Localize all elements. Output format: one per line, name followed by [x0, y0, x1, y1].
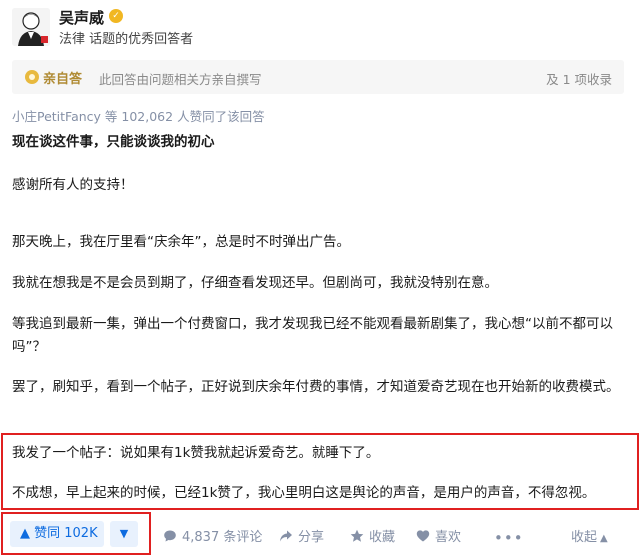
- more-icon: •••: [494, 529, 524, 547]
- paragraph: 那天晚上，我在厅里看“庆余年”，总是时不时弹出广告。: [12, 234, 350, 250]
- author-description: 法律 话题的优秀回答者: [59, 32, 194, 47]
- paragraph: 不成想，早上起来的时候，已经1k赞了，我心里明白这是舆论的声音，是用户的声音，不…: [12, 485, 596, 501]
- collapse-button[interactable]: 收起 ▲: [571, 529, 608, 548]
- self-answer-notice: 亲自答 此回答由问题相关方亲自撰写 及 1 项收录: [12, 60, 624, 94]
- paragraph: 我就在想我是不是会员到期了，仔细查看发现还早。但剧尚可，我就没特别在意。: [12, 275, 498, 291]
- author-avatar[interactable]: [12, 8, 50, 46]
- like-button[interactable]: 喜欢: [416, 529, 461, 547]
- more-button[interactable]: •••: [494, 529, 524, 547]
- comment-label: 4,837 条评论: [182, 530, 263, 545]
- chevron-up-icon: ▲: [600, 533, 608, 544]
- paragraph: 我发了一个帖子：说如果有1k赞我就起诉爱奇艺。就睡下了。: [12, 445, 380, 461]
- share-button[interactable]: 分享: [279, 529, 324, 547]
- self-answer-icon: [25, 70, 39, 84]
- collapse-label: 收起: [571, 530, 598, 545]
- like-label: 喜欢: [435, 530, 462, 545]
- paragraph: 感谢所有人的支持！: [12, 177, 134, 193]
- paragraph: 罢了，刷知乎，看到一个帖子，正好说到庆余年付费的事情，才知道爱奇艺现在也开始新的…: [12, 379, 620, 395]
- self-answer-text: 此回答由问题相关方亲自撰写: [99, 72, 262, 87]
- share-icon: [280, 530, 292, 542]
- comment-button[interactable]: 4,837 条评论: [163, 529, 262, 547]
- star-icon: [350, 529, 364, 542]
- author-name[interactable]: 吴声威: [59, 7, 104, 28]
- answer-action-bar: ▲ 赞同 102K ▼ 4,837 条评论 分享 收藏 喜欢 ••• 收起 ▲: [0, 512, 640, 557]
- upvote-button[interactable]: ▲ 赞同 102K: [10, 521, 104, 547]
- answer-title: 现在谈这件事，只能谈谈我的初心: [12, 134, 215, 150]
- author-header: 吴声威 ✓ 法律 话题的优秀回答者: [12, 6, 622, 47]
- heart-icon: [416, 530, 430, 542]
- voters-line: 小庄PetitFancy 等 102,062 人赞同了该回答: [12, 109, 265, 124]
- collect-label: 收藏: [369, 530, 396, 545]
- collection-link[interactable]: 及 1 项收录: [546, 69, 612, 88]
- collect-button[interactable]: 收藏: [350, 529, 395, 547]
- paragraph: 等我追到最新一集，弹出一个付费窗口，我才发现我已经不能观看最新剧集了，我心想“以…: [12, 316, 613, 355]
- downvote-button[interactable]: ▼: [110, 521, 138, 547]
- share-label: 分享: [298, 530, 325, 545]
- certified-badge-icon: ✓: [109, 9, 123, 23]
- self-answer-tag: 亲自答: [43, 72, 83, 87]
- comment-icon: [164, 530, 176, 542]
